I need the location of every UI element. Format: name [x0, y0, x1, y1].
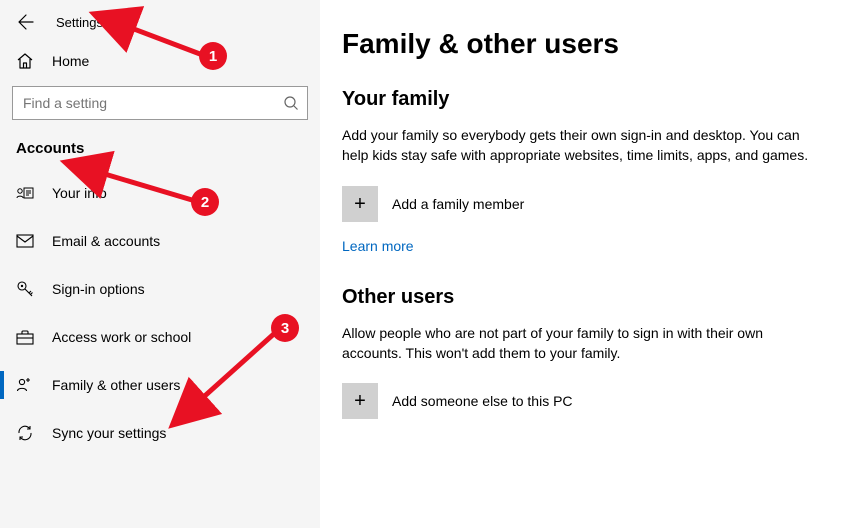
annotation-badge-1: 1: [199, 42, 227, 70]
home-label: Home: [52, 53, 89, 69]
mail-icon: [16, 234, 34, 248]
annotation-badge-2: 2: [191, 188, 219, 216]
home-icon: [16, 52, 34, 70]
key-icon: [16, 280, 34, 298]
section-your-family-desc: Add your family so everybody gets their …: [342, 125, 812, 166]
search-box[interactable]: [12, 86, 308, 120]
nav-label: Email & accounts: [52, 233, 160, 249]
main-content: Family & other users Your family Add you…: [320, 0, 844, 528]
add-family-label: Add a family member: [392, 196, 524, 212]
nav-label: Access work or school: [52, 329, 191, 345]
sync-icon: [16, 424, 34, 442]
person-card-icon: [16, 185, 34, 201]
plus-icon: +: [342, 383, 378, 419]
search-input[interactable]: [21, 94, 283, 112]
section-other-users-desc: Allow people who are not part of your fa…: [342, 323, 812, 364]
people-icon: [16, 377, 34, 393]
sidebar-home[interactable]: Home: [0, 40, 320, 82]
briefcase-icon: [16, 329, 34, 345]
header-row: Settings: [0, 0, 320, 40]
search-icon: [283, 95, 299, 111]
add-family-member-button[interactable]: + Add a family member: [342, 186, 822, 222]
page-title: Family & other users: [342, 28, 822, 60]
app-title: Settings: [56, 15, 103, 30]
learn-more-link[interactable]: Learn more: [342, 238, 414, 254]
add-other-label: Add someone else to this PC: [392, 393, 573, 409]
category-title: Accounts: [0, 134, 320, 169]
nav-item-your-info[interactable]: Your info: [0, 169, 320, 217]
arrow-left-icon: [18, 14, 34, 30]
back-button[interactable]: [16, 12, 36, 32]
nav-item-family-users[interactable]: Family & other users: [0, 361, 320, 409]
add-other-user-button[interactable]: + Add someone else to this PC: [342, 383, 822, 419]
section-other-users-title: Other users: [342, 286, 822, 309]
section-your-family-title: Your family: [342, 88, 822, 111]
nav-item-email-accounts[interactable]: Email & accounts: [0, 217, 320, 265]
nav-label: Your info: [52, 185, 107, 201]
nav-item-signin-options[interactable]: Sign-in options: [0, 265, 320, 313]
nav-label: Sync your settings: [52, 425, 166, 441]
annotation-badge-3: 3: [271, 314, 299, 342]
nav-label: Sign-in options: [52, 281, 145, 297]
nav-label: Family & other users: [52, 377, 180, 393]
plus-icon: +: [342, 186, 378, 222]
nav-list: Your info Email & accounts Sign-in optio…: [0, 169, 320, 457]
nav-item-sync-settings[interactable]: Sync your settings: [0, 409, 320, 457]
sidebar: Settings Home Accounts Your info: [0, 0, 320, 528]
